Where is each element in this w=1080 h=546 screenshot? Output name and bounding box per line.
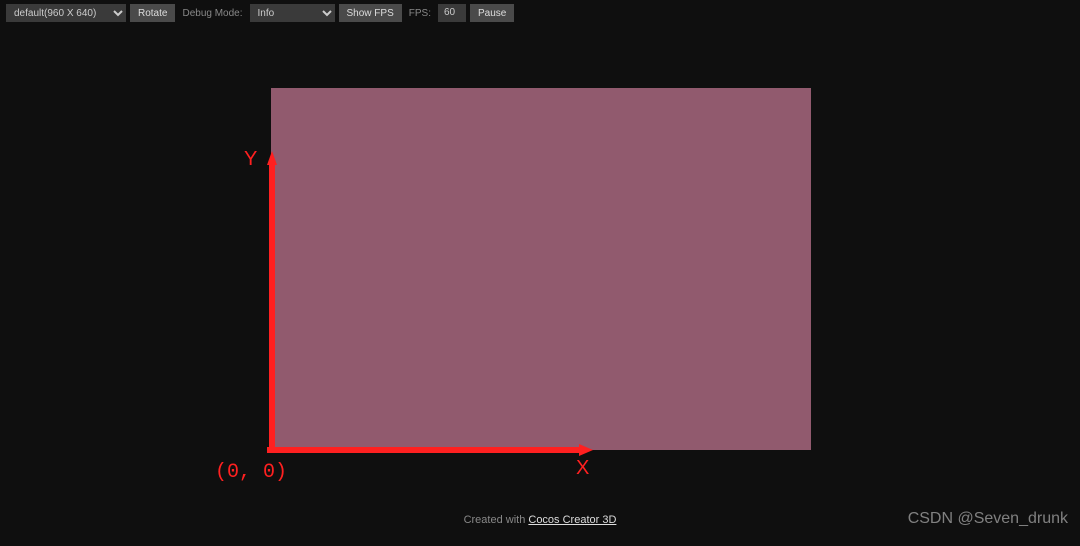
y-axis-arrow-icon bbox=[267, 151, 285, 453]
cocos-creator-link[interactable]: Cocos Creator 3D bbox=[528, 514, 616, 526]
origin-label: (0, 0) bbox=[215, 461, 287, 484]
y-axis-label: Y bbox=[244, 148, 257, 171]
watermark: CSDN @Seven_drunk bbox=[908, 510, 1068, 528]
fps-value: 60 bbox=[438, 4, 466, 22]
debug-mode-label: Debug Mode: bbox=[182, 8, 242, 19]
x-axis-arrow-icon bbox=[267, 444, 593, 462]
footer-text: Created with bbox=[464, 514, 529, 526]
x-axis-label: X bbox=[576, 457, 589, 480]
resolution-select[interactable]: default(960 X 640) bbox=[6, 4, 126, 22]
rotate-button[interactable]: Rotate bbox=[130, 4, 175, 22]
fps-label: FPS: bbox=[409, 8, 431, 19]
pause-button[interactable]: Pause bbox=[470, 4, 514, 22]
game-canvas bbox=[271, 88, 811, 450]
show-fps-button[interactable]: Show FPS bbox=[339, 4, 402, 22]
debug-mode-select[interactable]: Info bbox=[250, 4, 335, 22]
toolbar: default(960 X 640) Rotate Debug Mode: In… bbox=[0, 0, 1080, 26]
